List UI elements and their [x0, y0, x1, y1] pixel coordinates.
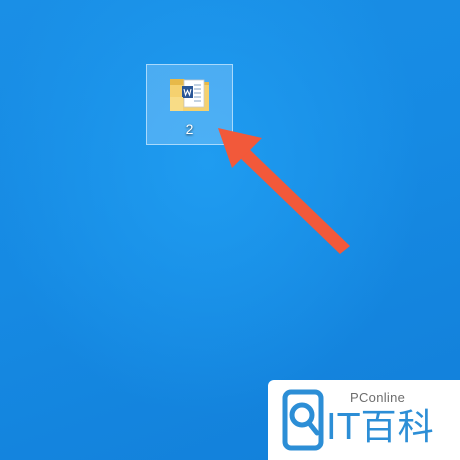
watermark-brand-small: PConline [350, 390, 406, 405]
desktop[interactable]: 2 PConline IT百科 [0, 0, 460, 460]
desktop-icon-2[interactable]: 2 [146, 64, 233, 145]
desktop-icon-label: 2 [185, 121, 194, 137]
pconline-logo-icon [282, 389, 324, 451]
watermark-brand-large: IT百科 [326, 407, 435, 448]
watermark: PConline IT百科 [268, 380, 460, 460]
folder-with-word-document-icon [170, 79, 209, 111]
